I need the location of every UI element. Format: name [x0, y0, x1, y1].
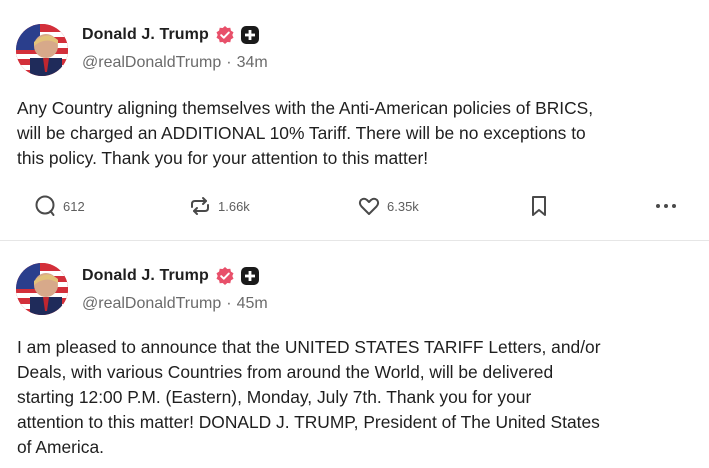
- reply-button[interactable]: 612: [33, 190, 85, 222]
- more-button[interactable]: [653, 190, 679, 222]
- like-button[interactable]: 6.35k: [357, 190, 419, 222]
- action-bar: 612 1.66k 6.35k: [0, 190, 709, 222]
- post-text: Any Country aligning themselves with the…: [17, 98, 594, 168]
- post-time[interactable]: 45m: [237, 295, 268, 313]
- reply-count: 612: [63, 198, 85, 214]
- post-card[interactable]: Donald J. Trump @realDonaldTrump · 45m I…: [0, 241, 709, 468]
- handle-row: @realDonaldTrump · 45m: [82, 295, 268, 313]
- author-name[interactable]: Donald J. Trump: [82, 267, 209, 285]
- avatar[interactable]: [16, 263, 68, 315]
- post-text: I am pleased to announce that the UNITED…: [17, 337, 601, 457]
- post-card[interactable]: Donald J. Trump @realDonaldTrump · 34m A…: [0, 0, 709, 241]
- more-dots-icon: [653, 194, 679, 218]
- plus-badge-icon: [240, 267, 259, 285]
- separator: ·: [226, 54, 232, 71]
- repost-count: 1.66k: [218, 198, 250, 214]
- heart-icon: [357, 194, 381, 218]
- author-name[interactable]: Donald J. Trump: [82, 26, 209, 44]
- post-time[interactable]: 34m: [237, 54, 268, 72]
- handle[interactable]: @realDonaldTrump: [82, 54, 221, 72]
- comment-icon: [33, 194, 57, 218]
- separator: ·: [226, 295, 232, 312]
- like-count: 6.35k: [387, 198, 419, 214]
- avatar[interactable]: [16, 24, 68, 76]
- repost-icon: [188, 194, 212, 218]
- repost-button[interactable]: 1.66k: [188, 190, 250, 222]
- verified-badge-icon: [215, 25, 235, 45]
- plus-badge-icon: [240, 26, 259, 44]
- handle[interactable]: @realDonaldTrump: [82, 295, 221, 313]
- handle-row: @realDonaldTrump · 34m: [82, 54, 268, 72]
- bookmark-icon: [527, 194, 551, 218]
- bookmark-button[interactable]: [527, 190, 551, 222]
- verified-badge-icon: [215, 266, 235, 286]
